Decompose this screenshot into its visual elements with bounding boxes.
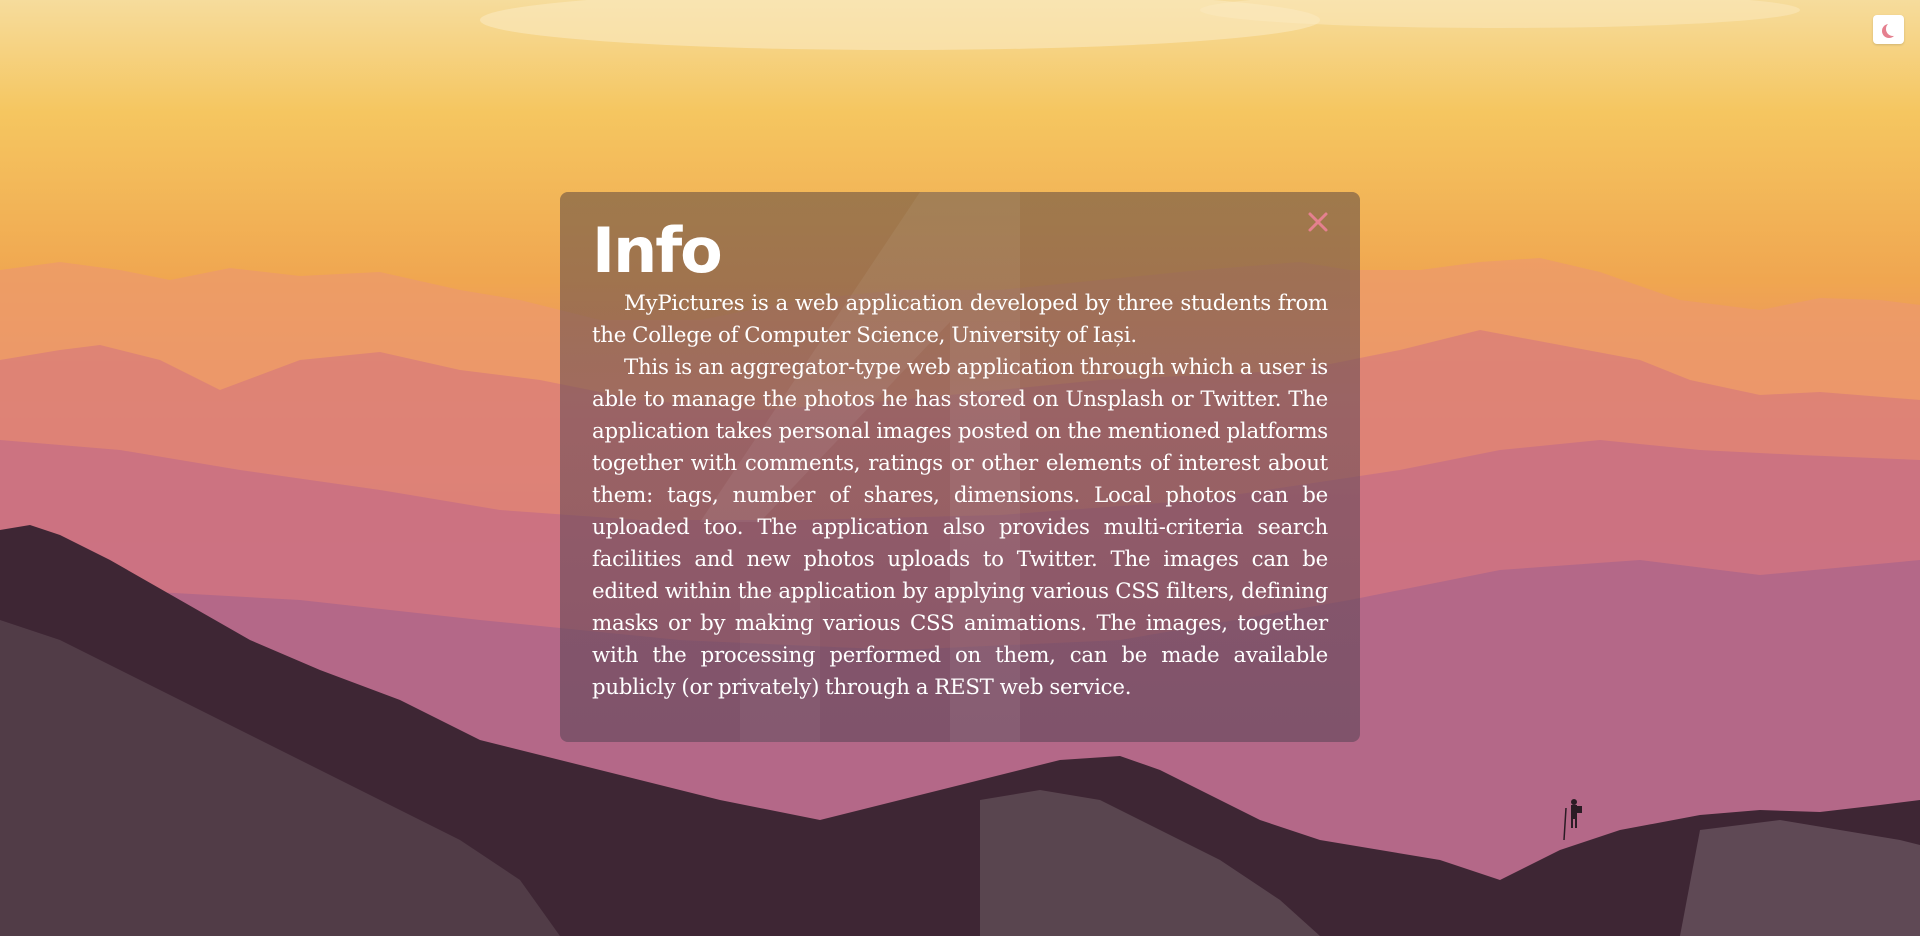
close-icon (1308, 212, 1328, 232)
close-button[interactable] (1304, 208, 1332, 236)
info-modal: Info MyPictures is a web application dev… (560, 192, 1360, 742)
moon-icon (1886, 22, 1900, 36)
info-paragraph: This is an aggregator-type web applicati… (592, 355, 1328, 700)
modal-body: MyPictures is a web application develope… (592, 288, 1328, 704)
theme-toggle-button[interactable] (1873, 15, 1904, 44)
info-paragraph: MyPictures is a web application develope… (592, 291, 1328, 348)
modal-title: Info (592, 214, 723, 287)
